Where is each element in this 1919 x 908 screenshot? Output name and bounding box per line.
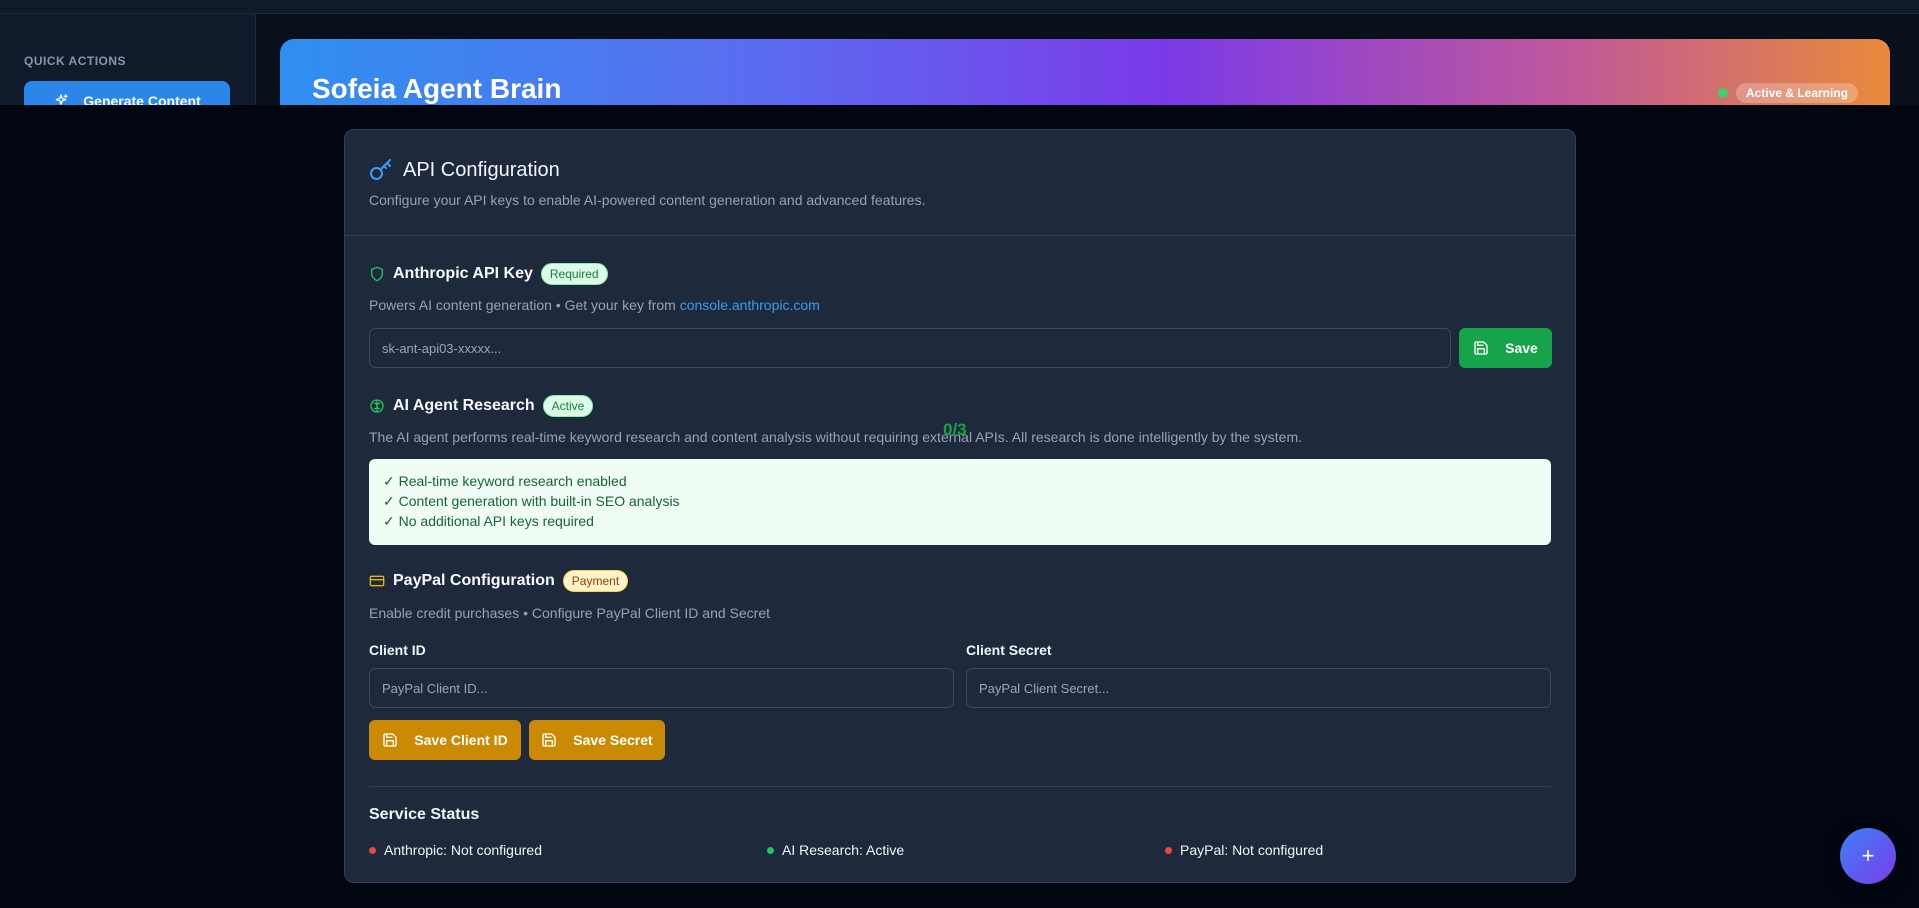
feature-item: ✓ No additional API keys required bbox=[383, 513, 594, 529]
panel-subtitle: Configure your API keys to enable AI-pow… bbox=[369, 192, 926, 208]
status-dot-red bbox=[369, 846, 376, 854]
api-configuration-panel: API Configuration Configure your API key… bbox=[344, 129, 1576, 883]
active-badge: Active bbox=[542, 395, 594, 417]
paypal-description: Enable credit purchases • Configure PayP… bbox=[369, 605, 771, 621]
config-counter: 0/3 bbox=[943, 420, 967, 439]
anthropic-key-input[interactable] bbox=[369, 328, 1451, 368]
status-badge: Active & Learning bbox=[1735, 83, 1858, 103]
client-id-label: Client ID bbox=[369, 642, 426, 658]
panel-header: API Configuration Configure your API key… bbox=[345, 130, 1575, 236]
payment-badge: Payment bbox=[562, 570, 629, 592]
top-bar bbox=[0, 0, 1919, 14]
anthropic-title: Anthropic API Key bbox=[393, 265, 533, 282]
divider bbox=[369, 786, 1551, 787]
save-label: Save bbox=[1505, 340, 1538, 356]
paypal-section-header: PayPal Configuration Payment bbox=[369, 570, 629, 592]
save-icon bbox=[1474, 341, 1488, 355]
save-secret-button[interactable]: Save Secret bbox=[529, 720, 665, 760]
status-ai-research: AI Research: Active bbox=[767, 842, 904, 858]
plus-icon: + bbox=[1861, 843, 1875, 868]
feature-item: ✓ Real-time keyword research enabled bbox=[383, 473, 627, 489]
panel-title: API Configuration bbox=[403, 158, 560, 181]
hero-status: Active & Learning bbox=[1717, 83, 1858, 103]
anthropic-desc-text: Powers AI content generation • Get your … bbox=[369, 297, 680, 313]
service-status-title: Service Status bbox=[369, 806, 480, 823]
client-secret-label: Client Secret bbox=[966, 642, 1052, 658]
anthropic-save-button[interactable]: Save bbox=[1459, 328, 1552, 368]
status-dot bbox=[1717, 88, 1728, 98]
status-dot-red bbox=[1165, 846, 1172, 854]
paypal-title: PayPal Configuration bbox=[393, 572, 555, 589]
brain-icon bbox=[370, 399, 384, 413]
anthropic-section-header: Anthropic API Key Required bbox=[369, 263, 608, 285]
floating-action-button[interactable]: + bbox=[1840, 828, 1896, 884]
credit-card-icon bbox=[369, 575, 385, 587]
status-dot-green bbox=[767, 846, 774, 854]
feature-item: ✓ Content generation with built-in SEO a… bbox=[383, 493, 680, 509]
research-section-header: AI Agent Research Active bbox=[369, 395, 594, 417]
client-id-input[interactable] bbox=[369, 668, 954, 708]
anthropic-description: Powers AI content generation • Get your … bbox=[369, 297, 820, 313]
status-ai-research-label: AI Research: Active bbox=[782, 842, 905, 858]
status-paypal-label: PayPal: Not configured bbox=[1180, 842, 1324, 858]
research-description: The AI agent performs real-time keyword … bbox=[369, 429, 1303, 445]
key-icon bbox=[370, 159, 391, 180]
hero-title: Sofeia Agent Brain bbox=[312, 73, 562, 104]
status-anthropic: Anthropic: Not configured bbox=[369, 842, 542, 858]
required-badge: Required bbox=[540, 263, 608, 285]
research-features-box: ✓ Real-time keyword research enabled ✓ C… bbox=[369, 459, 1551, 545]
anthropic-console-link[interactable]: console.anthropic.com bbox=[680, 297, 820, 313]
client-secret-input[interactable] bbox=[966, 668, 1551, 708]
status-anthropic-label: Anthropic: Not configured bbox=[384, 842, 542, 858]
shield-icon bbox=[371, 266, 383, 282]
save-client-id-label: Save Client ID bbox=[414, 732, 508, 748]
save-client-id-button[interactable]: Save Client ID bbox=[369, 720, 521, 760]
save-secret-label: Save Secret bbox=[573, 732, 653, 748]
research-title: AI Agent Research bbox=[393, 397, 535, 414]
save-icon bbox=[542, 733, 556, 747]
quick-actions-label: QUICK ACTIONS bbox=[24, 54, 127, 68]
save-icon bbox=[383, 733, 397, 747]
status-paypal: PayPal: Not configured bbox=[1165, 842, 1323, 858]
